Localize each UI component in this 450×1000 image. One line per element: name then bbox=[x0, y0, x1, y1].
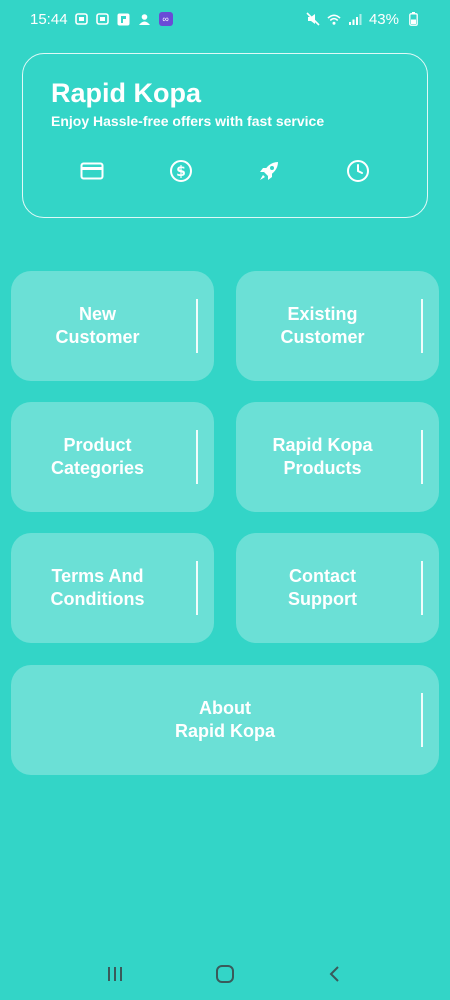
status-right: 43% bbox=[306, 11, 420, 28]
tile-divider bbox=[421, 430, 423, 484]
recent-apps-icon[interactable] bbox=[95, 954, 135, 994]
new-customer-button[interactable]: New Customer bbox=[11, 271, 214, 381]
app-title: Rapid Kopa bbox=[51, 78, 202, 108]
battery-icon bbox=[406, 12, 420, 26]
mute-icon bbox=[306, 12, 320, 26]
tile-label: Product Categories bbox=[50, 435, 145, 478]
status-time: 15:44 bbox=[30, 10, 68, 28]
product-categories-button[interactable]: Product Categories bbox=[11, 402, 214, 512]
battery-percent: 43% bbox=[368, 10, 399, 28]
tile-divider bbox=[421, 561, 423, 615]
profile-icon bbox=[138, 12, 152, 26]
tile-divider bbox=[421, 299, 423, 353]
existing-customer-button[interactable]: Existing Customer bbox=[236, 271, 439, 381]
home-icon[interactable] bbox=[205, 954, 245, 994]
tile-label: About Rapid Kopa bbox=[174, 698, 275, 741]
svg-text:$: $ bbox=[176, 164, 186, 180]
dollar-icon: $ bbox=[168, 158, 194, 184]
card-icon bbox=[79, 158, 105, 184]
feature-icons: $ bbox=[23, 158, 427, 184]
tile-label: Rapid Kopa Products bbox=[272, 435, 373, 478]
rapid-kopa-products-button[interactable]: Rapid Kopa Products bbox=[236, 402, 439, 512]
tile-divider bbox=[196, 430, 198, 484]
tile-divider bbox=[196, 561, 198, 615]
contact-support-button[interactable]: Contact Support bbox=[236, 533, 439, 643]
tile-divider bbox=[196, 299, 198, 353]
notification-icon bbox=[96, 12, 110, 26]
loop-app-icon: ∞ bbox=[158, 12, 173, 26]
notification-icon bbox=[75, 12, 89, 26]
app-subtitle: Enjoy Hassle-free offers with fast servi… bbox=[51, 113, 325, 129]
status-bar: 15:44 ∞ 43% bbox=[0, 0, 450, 38]
tile-label: New Customer bbox=[55, 304, 140, 347]
signal-icon bbox=[348, 12, 362, 26]
rocket-icon bbox=[256, 158, 282, 184]
tile-divider bbox=[421, 693, 423, 747]
back-icon[interactable] bbox=[315, 954, 355, 994]
flipboard-icon bbox=[117, 12, 131, 26]
system-nav-bar bbox=[0, 948, 450, 1000]
tile-label: Existing Customer bbox=[280, 304, 365, 347]
about-rapid-kopa-button[interactable]: About Rapid Kopa bbox=[11, 665, 439, 775]
clock-icon bbox=[345, 158, 371, 184]
header-card: Rapid Kopa Enjoy Hassle-free offers with… bbox=[22, 53, 428, 218]
wifi-icon bbox=[327, 12, 341, 26]
status-left: 15:44 ∞ bbox=[30, 11, 173, 28]
tile-label: Contact Support bbox=[288, 566, 357, 609]
tile-label: Terms And Conditions bbox=[50, 566, 145, 609]
terms-and-conditions-button[interactable]: Terms And Conditions bbox=[11, 533, 214, 643]
